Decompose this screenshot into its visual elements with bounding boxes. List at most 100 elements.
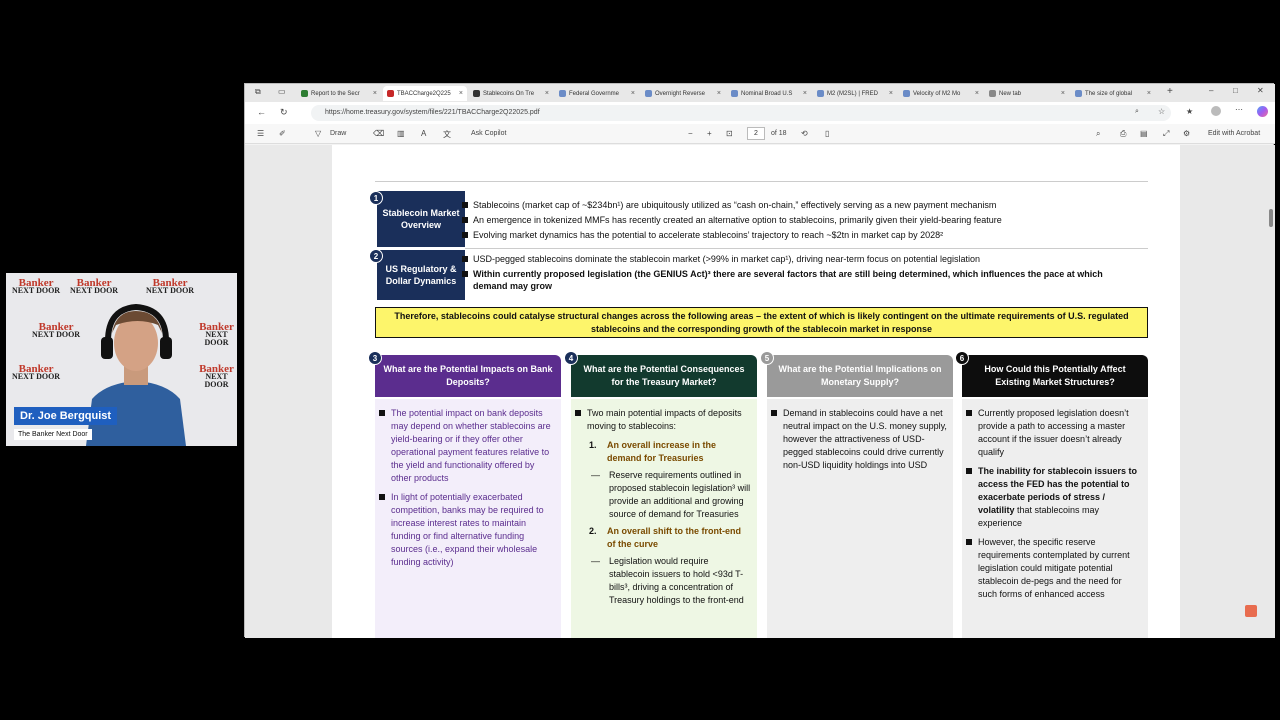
column-3-body: The potential impact on bank deposits ma… bbox=[375, 399, 561, 638]
column-3-number: 3 bbox=[368, 351, 382, 365]
tab-tbac-pdf[interactable]: TBACCharge2Q225 × bbox=[383, 86, 467, 101]
settings-gear-icon[interactable]: ⚙ bbox=[1183, 129, 1190, 138]
column-6-bullet: Currently proposed legislation doesn’t p… bbox=[966, 407, 1142, 459]
refresh-icon[interactable]: ↻ bbox=[280, 107, 288, 118]
section-1-bullet: Evolving market dynamics has the potenti… bbox=[461, 230, 944, 240]
zoom-icon[interactable]: ⌕ bbox=[1135, 108, 1139, 116]
presenter-subtitle: The Banker Next Door bbox=[14, 429, 92, 440]
show-logo: Banker NEXT DOOR bbox=[199, 321, 234, 347]
column-3-bullet: In light of potentially exacerbated comp… bbox=[379, 491, 555, 569]
close-icon: × bbox=[1060, 90, 1065, 97]
column-treasury-market: What are the Potential Consequences for … bbox=[571, 355, 757, 638]
tab-actions-icon[interactable]: ▭ bbox=[278, 87, 286, 96]
url-input[interactable]: https://home.treasury.gov/system/files/2… bbox=[311, 105, 1171, 121]
tab-m2-fred[interactable]: M2 (M2SL) | FRED × bbox=[813, 86, 897, 101]
close-window-icon[interactable]: ✕ bbox=[1257, 86, 1264, 95]
section-1-title: Stablecoin Market Overview bbox=[377, 191, 465, 247]
presenter-name: Dr. Joe Bergquist bbox=[14, 407, 118, 425]
scrollbar-thumb[interactable] bbox=[1269, 209, 1273, 227]
section-1-bullet: Stablecoins (market cap of ~$234bn¹) are… bbox=[461, 200, 997, 210]
tab-new-tab[interactable]: New tab × bbox=[985, 86, 1069, 101]
profile-avatar[interactable] bbox=[1211, 106, 1221, 116]
show-logo: Banker NEXT DOOR bbox=[70, 277, 119, 295]
summary-banner: Therefore, stablecoins could catalyse st… bbox=[375, 307, 1148, 338]
ask-copilot-button[interactable]: Ask Copilot bbox=[471, 130, 506, 137]
tab-global-size[interactable]: The size of global × bbox=[1071, 86, 1155, 101]
column-6-bullet: However, the specific reserve requiremen… bbox=[966, 536, 1142, 601]
page-number-input[interactable]: 2 bbox=[747, 127, 765, 140]
zoom-in-icon[interactable]: + bbox=[707, 129, 712, 138]
column-5-title: What are the Potential Implications on M… bbox=[767, 355, 953, 397]
favorites-icon[interactable]: ★ bbox=[1186, 107, 1193, 116]
acrobat-icon[interactable] bbox=[1245, 605, 1257, 617]
show-logo: Banker NEXT DOOR bbox=[199, 363, 234, 389]
page-view-icon[interactable]: ▯ bbox=[825, 129, 829, 138]
section-divider bbox=[465, 248, 1148, 249]
workspaces-icon[interactable]: ⧉ bbox=[255, 87, 261, 97]
tab-stablecoins[interactable]: Stablecoins On Tre × bbox=[469, 86, 553, 101]
tab-velocity-m2[interactable]: Velocity of M2 Mo × bbox=[899, 86, 983, 101]
copilot-icon[interactable] bbox=[1257, 106, 1268, 117]
column-4-intro: Two main potential impacts of deposits m… bbox=[575, 407, 751, 433]
maximize-icon[interactable]: □ bbox=[1233, 86, 1238, 95]
tab-bar: ⧉ ▭ Report to the Secr × TBACCharge2Q225 ×… bbox=[245, 84, 1275, 102]
pdf-page: Stablecoin Market Overview 1 Stablecoins… bbox=[332, 145, 1180, 638]
column-monetary-supply: What are the Potential Implications on M… bbox=[767, 355, 953, 638]
translate-icon[interactable]: 文 bbox=[443, 129, 451, 140]
minimize-icon[interactable]: – bbox=[1209, 86, 1213, 95]
print-icon[interactable]: ⎙ bbox=[1120, 129, 1126, 139]
section-2-title: US Regulatory & Dollar Dynamics bbox=[377, 250, 465, 300]
save-icon[interactable]: ▤ bbox=[1140, 129, 1148, 138]
tab-nominal-broad[interactable]: Nominal Broad U.S × bbox=[727, 86, 811, 101]
address-bar-row: ← ↻ https://home.treasury.gov/system/fil… bbox=[245, 102, 1275, 124]
column-4-detail-1: — Reserve requirements outlined in propos… bbox=[591, 470, 751, 519]
column-5-body: Demand in stablecoins could have a net n… bbox=[767, 399, 953, 638]
fullscreen-icon[interactable]: ⤢ bbox=[1163, 129, 1169, 139]
page-count: of 18 bbox=[771, 130, 787, 137]
draw-button[interactable]: Draw bbox=[330, 130, 346, 137]
column-6-number: 6 bbox=[955, 351, 969, 365]
column-4-title: What are the Potential Consequences for … bbox=[571, 355, 757, 397]
close-icon: × bbox=[544, 90, 549, 97]
show-logo: Banker NEXT DOOR bbox=[146, 277, 195, 295]
zoom-out-icon[interactable]: − bbox=[688, 129, 693, 138]
favorite-star-icon[interactable]: ☆ bbox=[1158, 107, 1165, 116]
section-1-number: 1 bbox=[369, 191, 383, 205]
contents-icon[interactable]: ☰ bbox=[257, 129, 264, 138]
highlight-icon[interactable]: ✐ bbox=[279, 129, 286, 138]
close-icon: × bbox=[1146, 90, 1151, 97]
column-6-bullet: The inability for stablecoin issuers to … bbox=[966, 465, 1142, 530]
view-icon[interactable]: ▥ bbox=[397, 129, 405, 138]
close-icon: × bbox=[802, 90, 807, 97]
column-market-structures: How Could this Potentially Affect Existi… bbox=[962, 355, 1148, 638]
search-icon[interactable]: ⌕ bbox=[1096, 129, 1100, 139]
rotate-icon[interactable]: ⟲ bbox=[801, 129, 808, 138]
column-5-bullet: Demand in stablecoins could have a net n… bbox=[771, 408, 947, 470]
more-menu-icon[interactable]: ⋯ bbox=[1235, 105, 1243, 114]
edit-with-acrobat-button[interactable]: Edit with Acrobat bbox=[1208, 130, 1260, 137]
close-icon: × bbox=[888, 90, 893, 97]
back-arrow-icon[interactable]: ← bbox=[257, 107, 266, 117]
column-4-number: 4 bbox=[564, 351, 578, 365]
new-tab-plus-icon[interactable]: + bbox=[1167, 86, 1173, 97]
section-2-number: 2 bbox=[369, 249, 383, 263]
pdf-viewer: Stablecoin Market Overview 1 Stablecoins… bbox=[245, 145, 1275, 638]
draw-icon[interactable]: ▽ bbox=[315, 129, 321, 138]
tab-report[interactable]: Report to the Secr × bbox=[297, 86, 381, 101]
read-aloud-icon[interactable]: A bbox=[421, 129, 426, 138]
close-icon: × bbox=[372, 90, 377, 97]
section-2-bullet: Within currently proposed legislation (t… bbox=[462, 268, 1113, 292]
column-6-title: How Could this Potentially Affect Existi… bbox=[962, 355, 1148, 397]
section-1-bullet: An emergence in tokenized MMFs has recen… bbox=[462, 215, 1002, 225]
pdf-toolbar: ☰ ✐ ▽ Draw ⌫ ▥ A 文 Ask Copilot − + ⊡ 2 o… bbox=[245, 124, 1275, 144]
close-icon: × bbox=[630, 90, 635, 97]
eraser-icon[interactable]: ⌫ bbox=[373, 129, 384, 138]
webcam-overlay: Banker NEXT DOOR Banker NEXT DOOR Banker NE… bbox=[6, 273, 237, 446]
tab-overnight-reverse[interactable]: Overnight Reverse × bbox=[641, 86, 725, 101]
close-icon: × bbox=[458, 90, 463, 97]
column-4-point-2: 2. An overall shift to the front-end of t… bbox=[589, 526, 741, 549]
fit-page-icon[interactable]: ⊡ bbox=[726, 129, 733, 138]
column-4-point-1: 1. An overall increase in the demand for … bbox=[589, 440, 717, 463]
show-logo: Banker NEXT DOOR bbox=[32, 321, 81, 339]
tab-federal-government[interactable]: Federal Governme × bbox=[555, 86, 639, 101]
